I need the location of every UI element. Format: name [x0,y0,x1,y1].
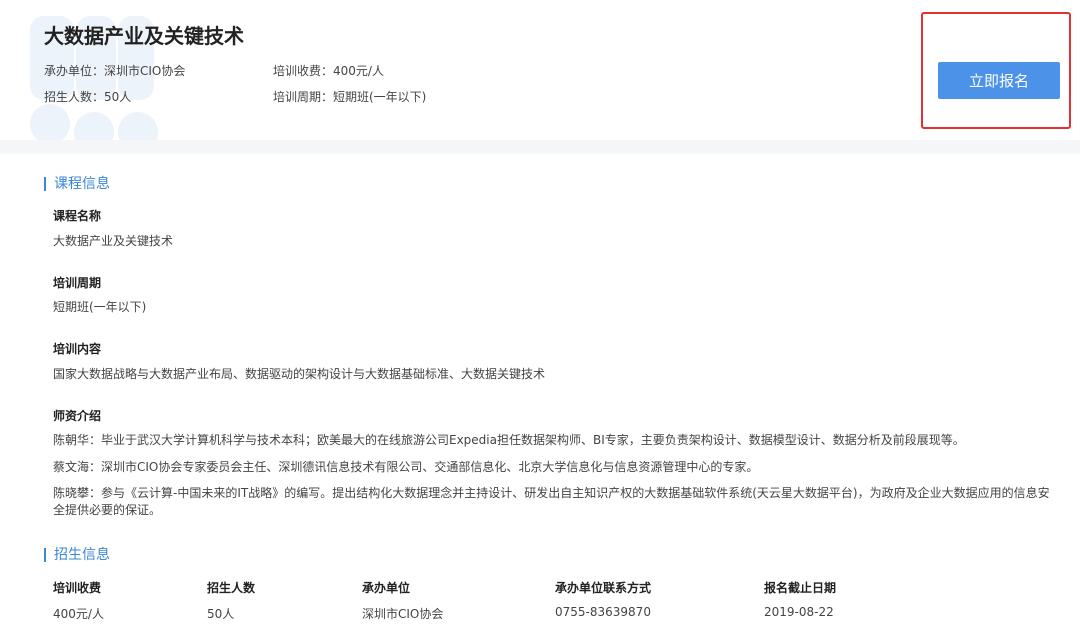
fee-value: 400元/人 [53,607,104,621]
teacher-item: 陈晓攀：参与《云计算-中国未来的IT战略》的编写。提出结构化大数据理念并主持设计… [53,486,1050,517]
course-name-value: 大数据产业及关键技术 [53,234,174,248]
contact-value: 0755-83639870 [555,605,651,619]
course-info-heading: 课程信息 [44,177,110,191]
organizer-value: 深圳市CIO协会 [362,607,444,621]
enrollment-meta: 招生人数：50人 [44,90,132,104]
period-value: 短期班(一年以下) [53,300,147,314]
content-label: 培训内容 [53,342,102,356]
organizer-meta: 承办单位：深圳市CIO协会 [44,64,186,78]
teacher-label: 师资介绍 [53,409,102,423]
enrollment-value: 50人 [207,607,235,621]
teacher-item: 陈朝华：毕业于武汉大学计算机科学与技术本科；欧美最大的在线旅游公司Expedia… [53,433,965,447]
course-name-label: 课程名称 [53,209,102,223]
deadline-value: 2019-08-22 [764,605,834,619]
fee-meta: 培训收费：400元/人 [273,64,384,78]
apply-now-button[interactable]: 立即报名 [938,62,1060,99]
enroll-info-heading: 招生信息 [44,548,110,562]
contact-column-header: 承办单位联系方式 [555,581,652,595]
content-value: 国家大数据战略与大数据产业布局、数据驱动的架构设计与大数据基础标准、大数据关键技… [53,367,546,381]
deadline-column-header: 报名截止日期 [764,581,837,595]
section-divider [0,140,1080,154]
fee-column-header: 培训收费 [53,581,102,595]
organizer-column-header: 承办单位 [362,581,411,595]
enrollment-column-header: 招生人数 [207,581,256,595]
teacher-item: 蔡文海：深圳市CIO协会专家委员会主任、深圳德讯信息技术有限公司、交通部信息化、… [53,460,759,474]
period-label: 培训周期 [53,276,102,290]
period-meta: 培训周期：短期班(一年以下) [273,90,427,104]
page-title: 大数据产业及关键技术 [44,24,244,48]
course-header: 大数据产业及关键技术 承办单位：深圳市CIO协会 招生人数：50人 培训收费：4… [0,0,1080,152]
